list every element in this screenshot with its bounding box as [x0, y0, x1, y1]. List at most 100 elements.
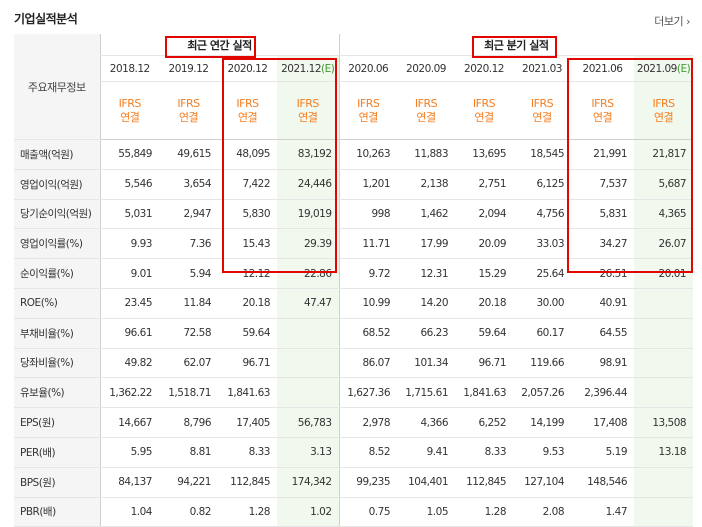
period-header: 2020.09	[397, 55, 456, 82]
period-date: 2021.12	[281, 62, 322, 75]
row-label: ROE(%)	[14, 287, 100, 319]
table-cell: 40.91	[571, 287, 635, 319]
table-cell: 29.39	[277, 228, 340, 260]
table-cell: 2,094	[455, 199, 514, 230]
row-label: 당좌비율(%)	[14, 348, 100, 379]
table-cell: 84,137	[99, 467, 159, 498]
ifrs-consolidated: 연결	[120, 110, 140, 124]
table-cell: 1,362.22	[99, 377, 159, 409]
more-link[interactable]: 더보기 ›	[654, 13, 690, 29]
table-cell: 7,537	[571, 169, 635, 200]
row-label: 부채비율(%)	[14, 318, 100, 349]
table-cell: 8.33	[455, 437, 514, 468]
ifrs-consolidated: 연결	[178, 110, 199, 124]
ifrs-standard: IFRS	[472, 96, 496, 110]
table-cell: 7,422	[218, 169, 277, 200]
table-cell: 22.86	[277, 258, 340, 289]
table-cell: 13.18	[634, 437, 694, 468]
table-cell: 101.34	[397, 348, 456, 379]
section-title: 기업실적분석	[14, 12, 78, 26]
ifrs-cell: IFRS 연결	[571, 81, 635, 140]
table-row: 부채비율(%) 96.61 72.58 59.64 68.52 66.23 59.64 60.…	[14, 318, 694, 349]
table-cell: 1.05	[397, 497, 456, 527]
table-cell: 15.43	[218, 228, 277, 260]
ifrs-consolidated: 연결	[532, 110, 552, 124]
table-cell: 47.47	[277, 287, 340, 319]
table-cell: 17,408	[571, 407, 635, 438]
table-row: PBR(배) 1.04 0.82 1.28 1.02 0.75 1.05 1.28 2.08 1.…	[14, 497, 694, 527]
table-cell: 94,221	[159, 467, 218, 498]
table-row: 영업이익률(%) 9.93 7.36 15.43 29.39 11.71 17.99 20.0…	[14, 228, 694, 260]
ifrs-cell: IFRS 연결	[634, 81, 694, 140]
ifrs-label: IFRS 연결	[118, 96, 142, 125]
table-cell: 24,446	[277, 169, 340, 200]
table-cell: 21,991	[571, 139, 635, 170]
table-cell: 10,263	[338, 139, 398, 170]
table-cell	[277, 348, 340, 379]
table-row: PER(배) 5.95 8.81 8.33 3.13 8.52 9.41 8.33 9.53 5.…	[14, 437, 694, 468]
table-cell: 66.23	[397, 318, 456, 349]
table-cell: 9.72	[338, 258, 398, 289]
estimate-marker: (E)	[676, 62, 691, 75]
row-label: 영업이익률(%)	[14, 228, 100, 260]
table-cell	[277, 318, 340, 349]
table-cell: 20.18	[455, 287, 514, 319]
table-cell: 14.20	[397, 287, 456, 319]
table-row: BPS(원) 84,137 94,221 112,845 174,342 99,235 10…	[14, 467, 694, 498]
table-cell: 5.19	[571, 437, 635, 468]
table-cell: 112,845	[455, 467, 514, 498]
table-cell: 1,462	[397, 199, 456, 230]
table-cell: 1,841.63	[455, 377, 514, 409]
table-cell: 14,667	[99, 407, 159, 438]
table-cell: 4,756	[513, 199, 572, 230]
table-cell: 4,366	[397, 407, 456, 438]
table-cell: 9.53	[513, 437, 572, 468]
table-row: EPS(원) 14,667 8,796 17,405 56,783 2,978 4,366 6…	[14, 407, 694, 438]
ifrs-cell: IFRS 연결	[455, 81, 514, 140]
table-cell	[634, 348, 694, 379]
ifrs-label: IFRS 연결	[531, 97, 554, 125]
ifrs-label: IFRS 연결	[297, 97, 320, 125]
table-cell: 34.27	[571, 228, 635, 260]
table-row: 당좌비율(%) 49.82 62.07 96.71 86.07 101.34 96.71 11…	[14, 348, 694, 379]
table-cell: 9.01	[99, 258, 159, 289]
table-cell: 2,947	[159, 199, 218, 230]
table-row: ROE(%) 23.45 11.84 20.18 47.47 10.99 14.20 20.1…	[14, 287, 694, 319]
table-cell: 2,057.26	[513, 377, 572, 409]
row-label: 유보율(%)	[14, 377, 100, 409]
table-cell: 5.94	[159, 258, 218, 289]
ifrs-cell: IFRS 연결	[159, 81, 218, 140]
table-cell: 5,031	[99, 199, 159, 230]
ifrs-cell: IFRS 연결	[513, 81, 572, 140]
table-cell: 1,627.36	[338, 377, 398, 409]
table-cell: 56,783	[277, 407, 340, 438]
chevron-right-icon: ›	[686, 15, 690, 28]
ifrs-consolidated: 연결	[358, 110, 379, 124]
table-cell: 26.07	[634, 228, 694, 260]
table-cell: 48,095	[218, 139, 277, 170]
table-cell: 72.58	[159, 318, 218, 349]
table-cell: 8.52	[338, 437, 398, 468]
table-cell: 13,695	[455, 139, 514, 170]
table-cell: 25.64	[513, 258, 572, 289]
row-label: EPS(원)	[14, 407, 100, 438]
ifrs-standard: IFRS	[118, 96, 142, 110]
more-link-label: 더보기	[654, 15, 684, 28]
table-cell: 6,252	[455, 407, 514, 438]
table-cell: 13,508	[634, 407, 694, 438]
table-cell	[634, 287, 694, 319]
table-row: 순이익률(%) 9.01 5.94 12.12 22.86 9.72 12.31 15.29 2…	[14, 258, 694, 289]
row-label: 영업이익(억원)	[14, 169, 100, 200]
table-cell: 998	[338, 199, 398, 230]
ifrs-label: IFRS 연결	[414, 96, 438, 125]
table-cell: 0.82	[159, 497, 218, 527]
period-date: 2020.06	[348, 62, 389, 75]
ifrs-label: IFRS 연결	[472, 96, 496, 125]
table-cell: 26.51	[571, 258, 635, 289]
period-header: 2021.12(E)	[277, 55, 340, 82]
table-cell: 2,396.44	[571, 377, 635, 409]
period-date: 2018.12	[109, 62, 150, 75]
table-cell: 20.01	[634, 258, 694, 289]
ifrs-standard: IFRS	[414, 96, 438, 110]
table-cell: 96.71	[455, 348, 514, 379]
